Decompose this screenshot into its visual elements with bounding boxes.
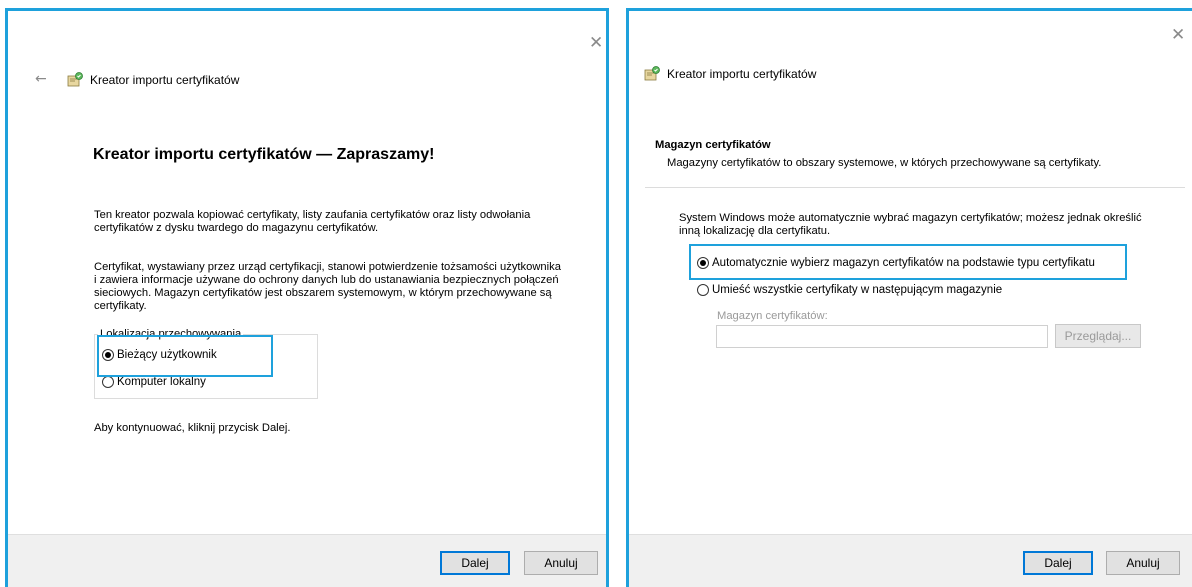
highlight-box	[689, 244, 1127, 280]
browse-button[interactable]: Przeglądaj...	[1055, 324, 1141, 348]
section-subtitle: Magazyny certyfikatów to obszary systemo…	[667, 157, 1102, 169]
wizard-title: Kreator importu certyfikatów	[667, 67, 817, 81]
dialog-footer: Dalej Anuluj	[629, 534, 1192, 587]
radio-local-machine-label: Komputer lokalny	[117, 376, 206, 388]
wizard-title: Kreator importu certyfikatów	[90, 73, 240, 87]
next-button[interactable]: Dalej	[1023, 551, 1093, 575]
description-text: Certyfikat, wystawiany przez urząd certy…	[94, 261, 561, 312]
page-heading: Kreator importu certyfikatów — Zapraszam…	[93, 146, 435, 163]
radio-local-machine[interactable]: Komputer lokalny	[102, 376, 206, 388]
close-icon[interactable]: ✕	[589, 35, 603, 52]
radio-place-in-store[interactable]: Umieść wszystkie certyfikaty w następują…	[697, 284, 1002, 296]
certificate-icon	[644, 66, 660, 81]
radio-place-in-store-label: Umieść wszystkie certyfikaty w następują…	[712, 284, 1003, 296]
next-button[interactable]: Dalej	[440, 551, 510, 575]
radio-unselected-icon[interactable]	[102, 376, 114, 388]
wizard-title-bar: Kreator importu certyfikatów	[66, 71, 239, 89]
continue-text: Aby kontynuować, kliknij przycisk Dalej.	[94, 422, 291, 434]
store-label: Magazyn certyfikatów:	[717, 310, 828, 322]
info-text: System Windows może automatycznie wybrać…	[679, 212, 1142, 237]
back-arrow-icon[interactable]: ←	[35, 71, 47, 87]
intro-text: Ten kreator pozwala kopiować certyfikaty…	[94, 209, 531, 234]
cancel-button[interactable]: Anuluj	[1106, 551, 1180, 575]
store-input[interactable]	[716, 325, 1048, 348]
dialog-footer: Dalej Anuluj	[8, 534, 606, 587]
close-icon[interactable]: ✕	[1171, 27, 1185, 44]
cancel-button[interactable]: Anuluj	[524, 551, 598, 575]
wizard-title-bar: Kreator importu certyfikatów	[643, 65, 816, 83]
welcome-wizard-dialog: ✕ ← Kreator importu certyfikatów Kreator…	[5, 8, 609, 587]
certificate-icon	[67, 72, 83, 87]
header-divider	[645, 187, 1185, 188]
radio-unselected-icon[interactable]	[697, 284, 709, 296]
store-wizard-dialog: ✕ Kreator importu certyfikatów Magazyn c…	[626, 8, 1192, 587]
section-title: Magazyn certyfikatów	[655, 139, 771, 151]
highlight-box	[97, 335, 273, 377]
